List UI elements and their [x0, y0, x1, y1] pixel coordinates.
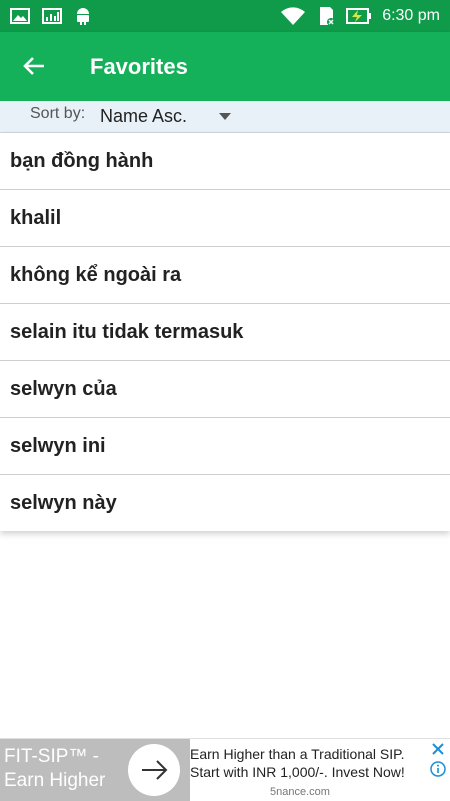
arrow-back-icon [23, 57, 44, 75]
sort-dropdown[interactable]: Name Asc. [100, 106, 240, 128]
android-icon [77, 8, 89, 25]
page-title: Favorites [90, 54, 188, 79]
list-item-label: không kể ngoài ra [10, 264, 182, 286]
list-item[interactable]: khalil [0, 190, 450, 247]
list-item-label: selwyn ini [10, 435, 106, 457]
list-item-label: selwyn này [10, 492, 117, 514]
battery-charging-icon [346, 8, 372, 24]
arrow-right-icon [142, 760, 168, 780]
list-item[interactable]: selwyn của [0, 361, 450, 418]
sort-label: Sort by: [30, 105, 86, 122]
list-item[interactable]: selain itu tidak termasuk [0, 304, 450, 361]
app-bar: Favorites [0, 32, 450, 101]
list-item[interactable]: selwyn ini [0, 418, 450, 475]
list-item-label: selwyn của [10, 378, 117, 400]
wifi-icon [281, 7, 306, 25]
ad-domain: 5nance.com [270, 786, 330, 798]
list-item[interactable]: selwyn này [0, 475, 450, 531]
ad-brand-text: FIT-SIP™ - Earn Higher [4, 746, 106, 791]
info-icon[interactable] [430, 761, 446, 777]
list-item-label: bạn đồng hành [10, 150, 154, 172]
list-item-label: selain itu tidak termasuk [10, 321, 244, 343]
favorites-list: bạn đồng hành khalil không kể ngoài ra s… [0, 133, 450, 531]
dropdown-arrow-icon [219, 113, 231, 120]
ad-cta-button[interactable] [128, 744, 180, 796]
status-bar: 6:30 pm [0, 0, 450, 32]
status-time: 6:30 pm [382, 7, 440, 24]
list-item[interactable]: bạn đồng hành [0, 133, 450, 190]
sort-bar: Sort by: Name Asc. [0, 101, 450, 133]
ad-banner[interactable]: FIT-SIP™ - Earn Higher Earn Higher than … [0, 738, 450, 801]
back-button[interactable] [20, 52, 48, 80]
sort-selected-value: Name Asc. [100, 106, 188, 126]
chart-icon [42, 8, 62, 24]
gallery-icon [10, 8, 30, 24]
ad-brand-panel[interactable]: FIT-SIP™ - Earn Higher [0, 739, 190, 801]
list-item-label: khalil [10, 207, 62, 229]
close-icon[interactable] [430, 741, 446, 757]
sd-card-icon [320, 7, 336, 26]
ad-text: Earn Higher than a Traditional SIP. Star… [190, 746, 405, 780]
status-right-icons: 6:30 pm [280, 5, 440, 27]
status-left-icons [10, 6, 92, 26]
list-item[interactable]: không kể ngoài ra [0, 247, 450, 304]
